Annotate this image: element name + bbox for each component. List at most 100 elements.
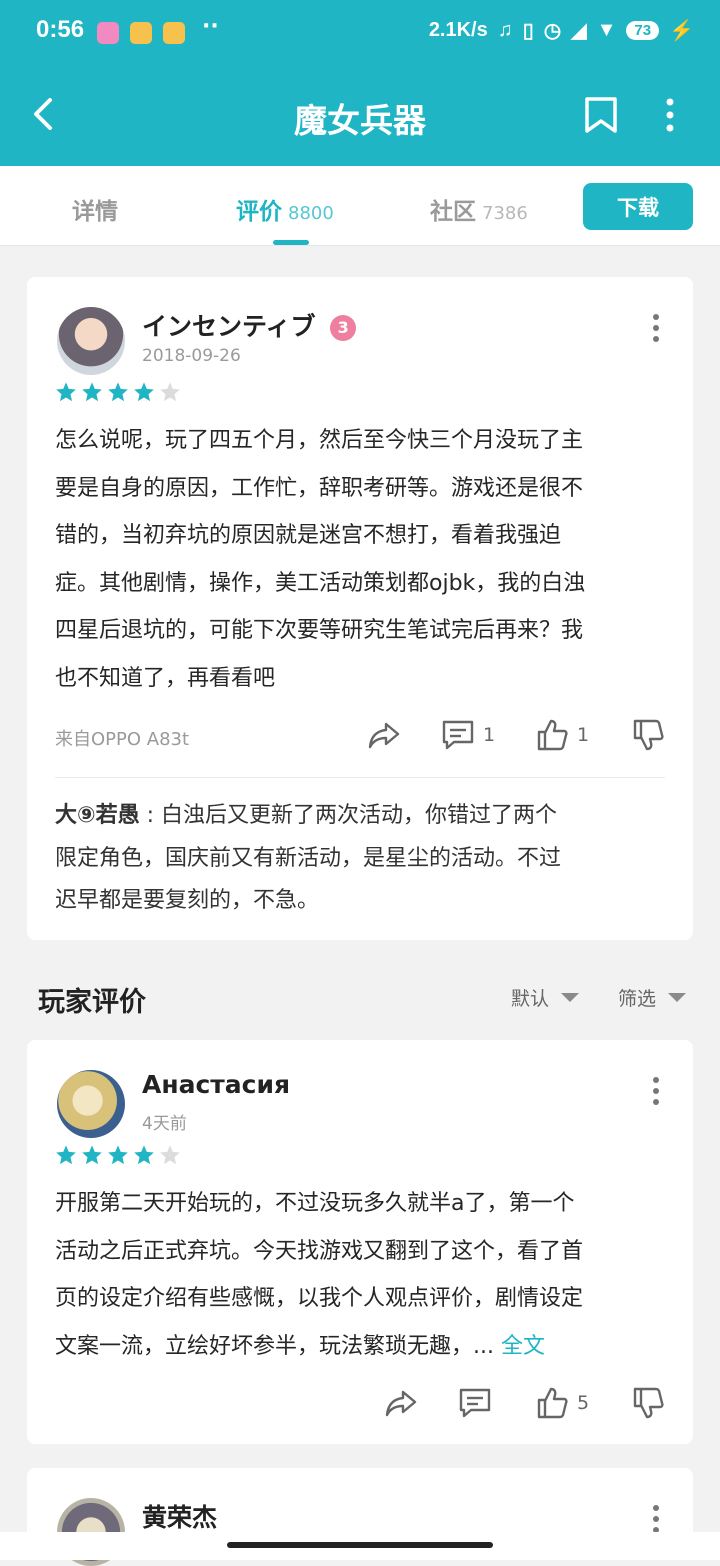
tab-count: 7386 xyxy=(482,203,528,224)
level-badge-text: 3 xyxy=(337,318,349,337)
review-date: 2018-09-26 xyxy=(142,346,241,366)
charging-icon: ⚡ xyxy=(669,20,694,42)
like-count: 5 xyxy=(577,1392,590,1414)
share-icon xyxy=(385,1390,417,1417)
review-line-text: 文案一流，立绘好坏参半，玩法繁琐无趣，... xyxy=(55,1333,501,1359)
sort-label: 默认 xyxy=(511,988,550,1010)
like-button[interactable]: 1 xyxy=(535,718,589,752)
bookmark-icon[interactable] xyxy=(583,96,619,134)
more-vertical-icon[interactable] xyxy=(651,313,661,343)
more-notifications-icon: ·· xyxy=(202,14,219,39)
level-badge-icon: 3 xyxy=(330,315,357,341)
thumbs-down-icon xyxy=(633,1387,664,1419)
avatar[interactable] xyxy=(57,307,125,375)
review-line: 文案一流，立绘好坏参半，玩法繁琐无趣，... 全文 xyxy=(55,1323,670,1371)
signal-icon: ◢ xyxy=(571,20,587,42)
battery-indicator: 73 xyxy=(626,21,660,40)
device-info: 来自OPPO A83t xyxy=(55,729,190,750)
star-filled-icon xyxy=(56,382,76,402)
review-date: 4天前 xyxy=(142,1114,187,1134)
tab-bar: 详情 评价 8800 社区 7386 下载 xyxy=(0,166,720,246)
featured-review-card: インセンティブ 3 2018-09-26 怎么说呢，玩了四五个月，然后至今快三个… xyxy=(27,277,693,940)
review-line: 怎么说呢，玩了四五个月，然后至今快三个月没玩了主 xyxy=(55,428,584,453)
alarm-icon: ◷ xyxy=(543,20,562,42)
status-right: 2.1K/s ♫ ▯ ◷ ◢ ▼ 73 ⚡ xyxy=(429,18,694,43)
star-rating xyxy=(55,381,181,403)
review-line: 活动之后正式弃坑。今天找游戏又翻到了这个，看了首 xyxy=(55,1238,584,1264)
star-rating xyxy=(55,1144,181,1166)
reply-line: 迟早都是要复刻的，不急。 xyxy=(55,888,320,913)
app-bar: 魔女兵器 xyxy=(0,64,720,166)
review-author[interactable]: 黄荣杰 xyxy=(142,1498,217,1534)
review-line: 也不知道了，再看看吧 xyxy=(55,665,276,691)
system-nav-bar xyxy=(0,1532,720,1560)
network-speed: 2.1K/s xyxy=(428,19,488,41)
more-vertical-icon[interactable] xyxy=(651,1504,661,1534)
avatar[interactable] xyxy=(57,1070,125,1138)
share-button[interactable] xyxy=(367,718,401,752)
tab-label: 社区 xyxy=(430,199,476,225)
review-line: 错的，当初弃坑的原因就是迷宫不想打，看着我强迫 xyxy=(55,523,562,548)
star-filled-icon xyxy=(108,1145,128,1165)
section-title: 玩家评价 xyxy=(38,987,146,1018)
tab-reviews[interactable]: 评价 8800 xyxy=(236,192,334,226)
comment-button[interactable]: 1 xyxy=(441,718,495,752)
like-button[interactable]: 5 xyxy=(535,1386,589,1420)
share-button[interactable] xyxy=(384,1386,418,1420)
tab-details[interactable]: 详情 xyxy=(72,192,118,226)
dislike-button[interactable] xyxy=(631,1386,665,1420)
reply-line: 限定角色，国庆前又有新活动，是星尘的活动。不过 xyxy=(55,845,562,871)
filter-dropdown[interactable]: 筛选 xyxy=(618,984,687,1011)
vibrate-icon: ▯ xyxy=(522,20,534,42)
review-text: 怎么说呢，玩了四五个月，然后至今快三个月没玩了主 要是自身的原因，工作忙，辞职考… xyxy=(55,417,670,702)
download-button[interactable]: 下载 xyxy=(583,183,693,230)
comment-icon xyxy=(442,720,474,750)
tab-community[interactable]: 社区 7386 xyxy=(430,192,528,226)
thumbs-up-icon xyxy=(537,1387,568,1419)
star-empty-icon xyxy=(160,1145,180,1165)
comment-button[interactable] xyxy=(458,1386,492,1420)
headphone-icon: ♫ xyxy=(497,19,513,41)
tab-count: 8800 xyxy=(288,203,334,224)
star-filled-icon xyxy=(82,1145,102,1165)
status-bar: 0:56 ·· 2.1K/s ♫ ▯ ◷ ◢ ▼ 73 ⚡ xyxy=(0,0,720,64)
review-line: 开服第二天开始玩的，不过没玩多久就半a了，第一个 xyxy=(55,1191,575,1216)
tab-label: 评价 xyxy=(236,199,282,225)
app-notification-icon xyxy=(130,22,152,44)
reply-line: 大⑨若愚 : 白浊后又更新了两次活动，你错过了两个 xyxy=(55,803,558,828)
review-card: Анастасия 4天前 开服第二天开始玩的，不过没玩多久就半a了，第一个 活… xyxy=(27,1040,693,1444)
review-author[interactable]: インセンティブ 3 xyxy=(142,307,357,343)
divider xyxy=(55,777,665,778)
comment-count: 1 xyxy=(483,724,496,746)
status-time: 0:56 xyxy=(36,16,85,43)
reply-author: 大⑨若愚 xyxy=(55,803,140,828)
thumbs-up-icon xyxy=(537,719,568,751)
caret-down-icon xyxy=(668,993,687,1002)
star-filled-icon xyxy=(82,382,102,402)
read-more-link[interactable]: 全文 xyxy=(501,1334,545,1359)
home-gesture-handle[interactable] xyxy=(227,1542,493,1548)
comment-icon xyxy=(459,1388,491,1418)
sort-dropdown[interactable]: 默认 xyxy=(511,984,580,1011)
review-author[interactable]: Анастасия xyxy=(142,1070,290,1099)
review-line: 症。其他剧情，操作，美工活动策划都ojbk，我的白浊 xyxy=(55,570,586,596)
more-vertical-icon[interactable] xyxy=(651,1076,661,1106)
star-empty-icon xyxy=(160,382,180,402)
review-line: 页的设定介绍有些感慨，以我个人观点评价，剧情设定 xyxy=(55,1286,584,1311)
app-notification-icon xyxy=(163,22,185,44)
share-icon xyxy=(368,722,400,749)
reply-text[interactable]: 大⑨若愚 : 白浊后又更新了两次活动，你错过了两个 限定角色，国庆前又有新活动，… xyxy=(55,795,670,923)
wifi-icon: ▼ xyxy=(596,19,617,41)
reply-line-text: 白浊后又更新了两次活动，你错过了两个 xyxy=(161,803,558,828)
dislike-button[interactable] xyxy=(631,718,665,752)
like-count: 1 xyxy=(577,724,590,746)
tab-indicator xyxy=(273,240,309,245)
review-line: 要是自身的原因，工作忙，辞职考研等。游戏还是很不 xyxy=(55,475,584,501)
more-vertical-icon[interactable] xyxy=(658,96,682,134)
author-name: インセンティブ xyxy=(142,312,316,341)
review-text: 开服第二天开始玩的，不过没玩多久就半a了，第一个 活动之后正式弃坑。今天找游戏又… xyxy=(55,1180,670,1370)
star-filled-icon xyxy=(134,1145,154,1165)
caret-down-icon xyxy=(561,993,580,1002)
star-filled-icon xyxy=(134,382,154,402)
tab-label: 详情 xyxy=(72,199,118,225)
